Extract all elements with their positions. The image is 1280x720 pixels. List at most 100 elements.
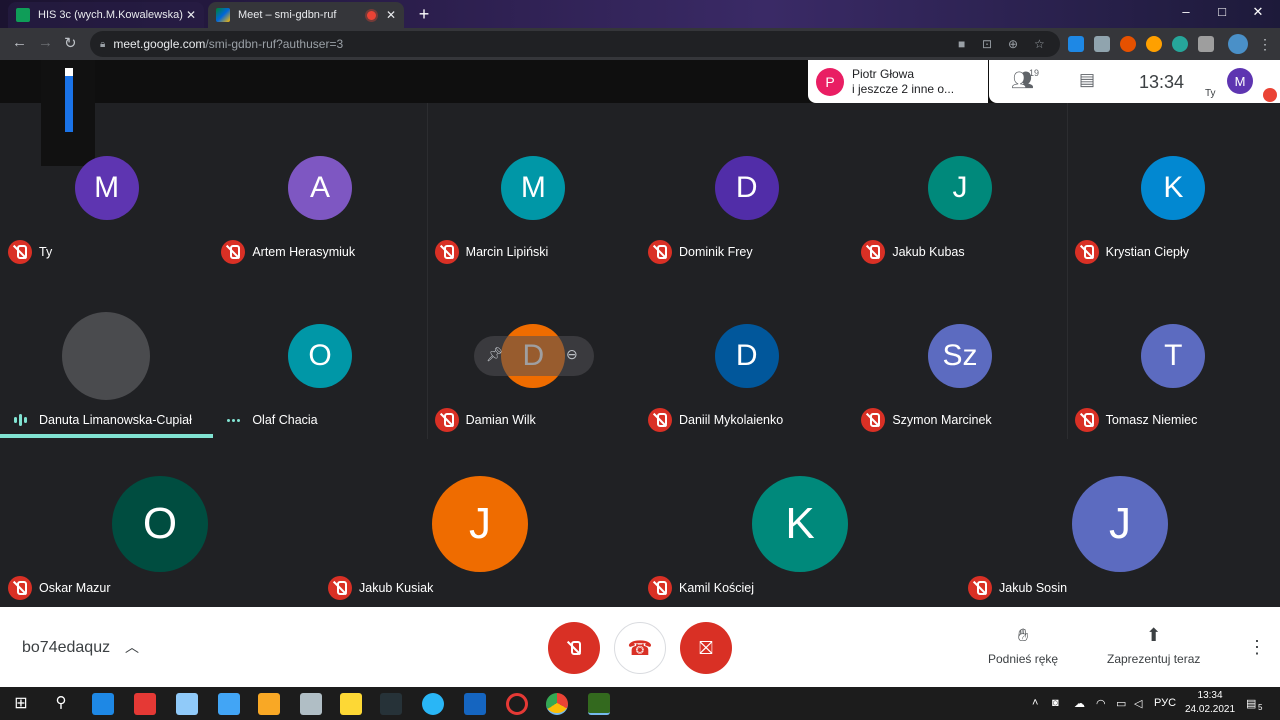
participant-label: Artem Herasymiuk — [221, 240, 355, 264]
hang-up-icon: ☎︎ — [627, 637, 653, 660]
tab-classroom[interactable]: HIS 3c (wych.M.Kowalewska) ✕ — [8, 2, 204, 28]
window-close-icon[interactable]: ✕ — [1248, 4, 1268, 20]
camera-toggle-button[interactable]: ⛝ — [680, 622, 732, 674]
avatar: K — [752, 476, 848, 572]
tray-chevron-icon[interactable]: ˄ — [1032, 697, 1038, 709]
raise-hand-label: Podnieś rękę — [988, 652, 1059, 666]
folder-icon[interactable] — [340, 693, 362, 715]
participant-label: Olaf Chacia — [221, 408, 318, 432]
app-icon[interactable] — [464, 693, 486, 715]
tile-divider — [427, 103, 428, 439]
chrome-icon[interactable] — [546, 693, 568, 715]
close-tab-icon[interactable]: ✕ — [186, 8, 196, 22]
avatar[interactable]: M — [1227, 68, 1253, 94]
wifi-icon[interactable]: ◠ — [1096, 697, 1106, 710]
recording-icon — [366, 10, 376, 20]
meeting-code[interactable]: bo74edaquz — [22, 639, 110, 657]
puzzle-icon[interactable] — [1198, 36, 1214, 52]
speaking-icon — [8, 408, 32, 432]
opera-icon[interactable] — [506, 693, 528, 715]
participant-name: Szymon Marcinek — [892, 413, 992, 427]
extension-icon[interactable] — [1094, 36, 1110, 52]
search-icon[interactable]: ⚲ — [50, 693, 72, 715]
tab-title: HIS 3c (wych.M.Kowalewska) — [38, 9, 183, 21]
browser-toolbar: ← → ↻ 🔒︎ meet.google.com/smi-gdbn-ruf?au… — [0, 28, 1280, 60]
browser-profile-avatar[interactable] — [1228, 34, 1248, 54]
extension-icon[interactable] — [1068, 36, 1084, 52]
tab-title: Meet – smi-gdbn-ruf — [238, 9, 337, 21]
mic-off-icon — [648, 576, 672, 600]
present-now-button[interactable]: ⬆︎ Zaprezentuj teraz — [1107, 625, 1200, 666]
avatar: J — [1072, 476, 1168, 572]
participant-name: Danuta Limanowska-Cupiał — [39, 413, 192, 427]
more-options-icon[interactable]: ⋮ — [1248, 637, 1266, 658]
discord-icon[interactable]: ◙ — [1052, 697, 1059, 709]
browser-menu-icon[interactable]: ⋮ — [1258, 36, 1272, 53]
mail-icon[interactable] — [92, 693, 114, 715]
participant-name: Kamil Kościej — [679, 581, 755, 595]
extension-icon[interactable] — [1146, 36, 1162, 52]
language-indicator[interactable]: РУС — [1154, 697, 1176, 709]
minimize-icon[interactable]: – — [1176, 4, 1196, 19]
chat-icon[interactable]: ▤ — [1079, 70, 1095, 90]
winrar-icon[interactable] — [134, 693, 156, 715]
notifications-icon[interactable]: ▤ — [1246, 697, 1256, 710]
participant-label: Jakub Kusiak — [328, 576, 433, 600]
extension-icon[interactable] — [1172, 36, 1188, 52]
maximize-icon[interactable]: □ — [1212, 4, 1232, 19]
active-speaker-bar — [0, 434, 213, 438]
mic-off-icon — [8, 240, 32, 264]
extension-icon[interactable] — [1120, 36, 1136, 52]
forward-icon[interactable]: → — [38, 34, 53, 51]
self-audio-meter — [41, 60, 95, 166]
mic-off-icon — [648, 240, 672, 264]
notification-count: 5 — [1258, 703, 1263, 712]
close-tab-icon[interactable]: ✕ — [386, 8, 396, 22]
remove-icon[interactable]: ⊖ — [566, 346, 578, 363]
new-tab-button[interactable]: + — [414, 4, 434, 24]
raise-hand-button[interactable]: ✋︎ Podnieś rękę — [988, 625, 1058, 666]
camera-icon[interactable]: ■ — [958, 37, 965, 51]
meet-bottom-bar: bo74edaquz ︿ ☎︎ ⛝ ✋︎ Podnieś rękę ⬆︎ Zap… — [0, 607, 1280, 687]
participant-label: Jakub Sosin — [968, 576, 1067, 600]
cloud-icon[interactable]: ☁︎ — [1074, 697, 1085, 710]
mic-off-icon — [562, 636, 586, 660]
chevron-up-icon[interactable]: ︿ — [125, 637, 139, 657]
mic-toggle-button[interactable] — [548, 622, 600, 674]
participant-name: Oskar Mazur — [39, 581, 111, 595]
address-bar[interactable]: 🔒︎ meet.google.com/smi-gdbn-ruf?authuser… — [90, 31, 1060, 57]
mic-off-icon — [648, 408, 672, 432]
camera-off-icon: ⛝ — [699, 637, 713, 658]
audio-dots-icon — [221, 408, 245, 432]
classroom-icon — [16, 8, 30, 22]
avatar: A — [288, 156, 352, 220]
participant-label: Dominik Frey — [648, 240, 753, 264]
pin-icon[interactable]: 📌︎ — [486, 346, 504, 363]
telegram-icon[interactable] — [422, 693, 444, 715]
translate-icon[interactable]: ⊡ — [982, 37, 992, 51]
app-icon[interactable] — [218, 693, 240, 715]
windows-start-icon[interactable]: ⊞ — [10, 693, 32, 715]
app-icon[interactable] — [588, 693, 610, 715]
presenting-chip[interactable]: P Piotr Głowa i jeszcze 2 inne o... — [808, 60, 988, 103]
system-clock[interactable]: 13:34 24.02.2021 — [1185, 689, 1235, 717]
leave-call-button[interactable]: ☎︎ — [614, 622, 666, 674]
battery-icon[interactable]: ▭ — [1116, 697, 1126, 710]
app-icon[interactable] — [300, 693, 322, 715]
tab-meet[interactable]: Meet – smi-gdbn-ruf ✕ — [208, 2, 404, 28]
avatar: T — [1141, 324, 1206, 388]
volume-icon[interactable]: ◁ — [1134, 697, 1142, 710]
avatar: P — [816, 67, 844, 96]
zoom-icon[interactable]: ⊕ — [1008, 37, 1018, 51]
reload-icon[interactable]: ↻ — [64, 34, 77, 52]
back-icon[interactable]: ← — [12, 34, 27, 51]
people-count: 19 — [1029, 68, 1040, 78]
bookmark-star-icon[interactable]: ☆ — [1034, 37, 1045, 51]
avatar: Sz — [928, 324, 992, 388]
sublime-icon[interactable] — [258, 693, 280, 715]
participant-label: Krystian Ciepły — [1074, 240, 1189, 264]
steam-icon[interactable] — [380, 693, 402, 715]
notes-icon[interactable] — [176, 693, 198, 715]
tile-divider — [1067, 103, 1068, 439]
mic-off-icon — [434, 240, 459, 264]
